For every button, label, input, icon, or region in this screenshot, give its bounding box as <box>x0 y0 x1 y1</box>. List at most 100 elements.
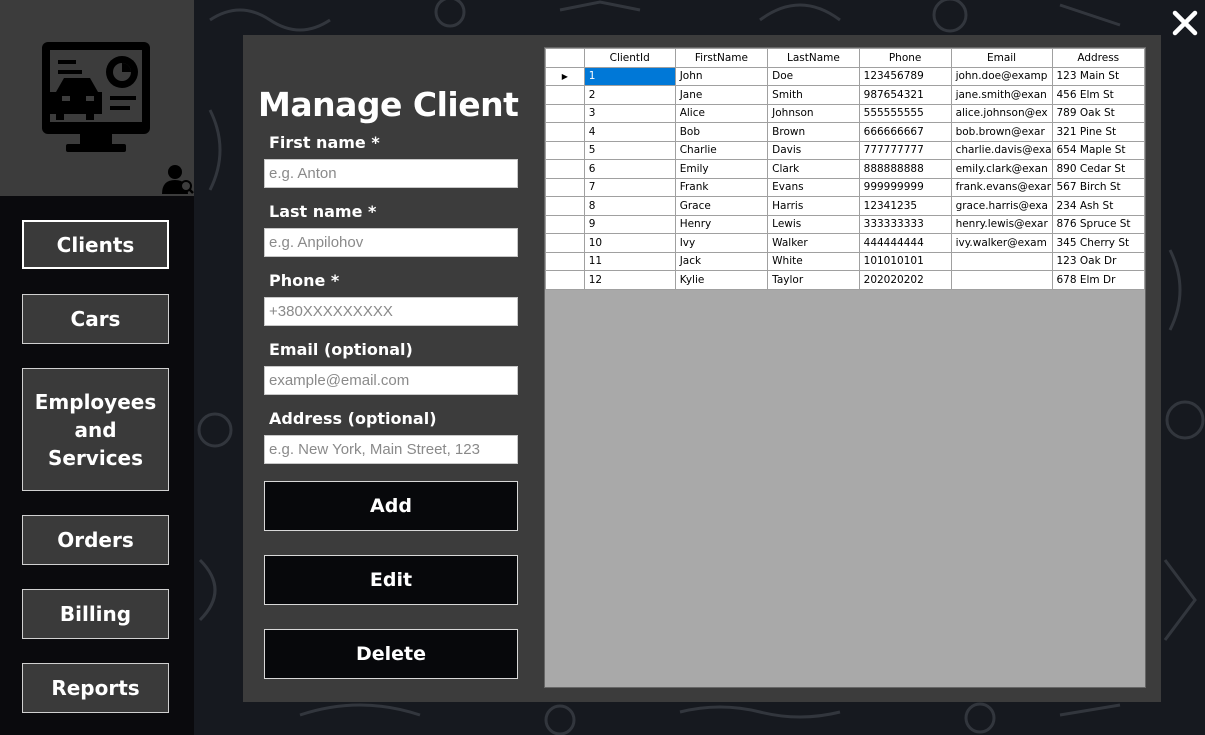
table-cell-address[interactable]: 234 Ash St <box>1051 196 1145 216</box>
table-cell-firstname[interactable]: Emily <box>674 159 769 179</box>
table-cell-firstname[interactable]: Grace <box>674 196 769 216</box>
row-header-cell[interactable] <box>545 85 585 105</box>
table-cell-address[interactable]: 321 Pine St <box>1051 122 1145 142</box>
row-header-cell[interactable] <box>545 233 585 253</box>
table-cell-lastname[interactable]: Brown <box>767 122 860 142</box>
table-cell-email[interactable]: ivy.walker@exam <box>950 233 1053 253</box>
nav-orders-button[interactable]: Orders <box>22 515 169 565</box>
table-row[interactable]: 11 Jack White 101010101 123 Oak Dr <box>545 251 1145 271</box>
table-cell-address[interactable]: 654 Maple St <box>1051 140 1145 160</box>
table-row[interactable]: 5 Charlie Davis 777777777 charlie.davis@exa 6… <box>545 140 1145 160</box>
row-header-cell[interactable] <box>545 159 585 179</box>
table-cell-clientid[interactable]: 7 <box>583 177 676 197</box>
table-cell-clientid[interactable]: 9 <box>583 214 676 234</box>
table-cell-clientid[interactable]: 4 <box>583 122 676 142</box>
row-header-corner[interactable] <box>545 48 585 68</box>
table-cell-lastname[interactable]: Davis <box>767 140 860 160</box>
table-cell-clientid[interactable]: 2 <box>583 85 676 105</box>
row-header-cell[interactable] <box>545 122 585 142</box>
table-cell-email[interactable]: grace.harris@exa <box>950 196 1053 216</box>
table-row[interactable]: 8 Grace Harris 12341235 grace.harris@exa 234 … <box>545 196 1145 216</box>
column-header-address[interactable]: Address <box>1051 48 1145 68</box>
table-cell-email[interactable]: jane.smith@exan <box>950 85 1053 105</box>
table-cell-phone[interactable]: 333333333 <box>858 214 952 234</box>
table-cell-clientid[interactable]: 12 <box>583 270 676 290</box>
table-cell-firstname[interactable]: Kylie <box>674 270 769 290</box>
table-cell-address[interactable]: 567 Birch St <box>1051 177 1145 197</box>
column-header-clientid[interactable]: ClientId <box>583 48 676 68</box>
table-cell-firstname[interactable]: Bob <box>674 122 769 142</box>
table-cell-address[interactable]: 890 Cedar St <box>1051 159 1145 179</box>
table-row[interactable]: 3 Alice Johnson 555555555 alice.johnson@ex 78… <box>545 103 1145 123</box>
table-cell-lastname[interactable]: Doe <box>767 66 860 86</box>
last-name-input[interactable] <box>264 228 518 257</box>
table-cell-firstname[interactable]: Jane <box>674 85 769 105</box>
delete-button[interactable]: Delete <box>264 629 518 679</box>
table-cell-email[interactable] <box>950 270 1053 290</box>
table-row[interactable]: 2 Jane Smith 987654321 jane.smith@exan 456 El… <box>545 85 1145 105</box>
table-cell-firstname[interactable]: Frank <box>674 177 769 197</box>
table-cell-clientid[interactable]: 6 <box>583 159 676 179</box>
table-cell-clientid[interactable]: 1 <box>583 66 676 86</box>
close-icon[interactable] <box>1170 8 1200 38</box>
table-cell-email[interactable]: frank.evans@exar <box>950 177 1053 197</box>
table-cell-clientid[interactable]: 11 <box>583 251 676 271</box>
nav-employees-services-button[interactable]: Employees and Services <box>22 368 169 491</box>
clients-data-grid[interactable]: ClientId FirstName LastName Phone Email … <box>544 47 1146 688</box>
table-cell-phone[interactable]: 888888888 <box>858 159 952 179</box>
add-button[interactable]: Add <box>264 481 518 531</box>
table-cell-address[interactable]: 678 Elm Dr <box>1051 270 1145 290</box>
table-cell-clientid[interactable]: 5 <box>583 140 676 160</box>
table-cell-phone[interactable]: 777777777 <box>858 140 952 160</box>
edit-button[interactable]: Edit <box>264 555 518 605</box>
table-cell-phone[interactable]: 987654321 <box>858 85 952 105</box>
table-row[interactable]: ▶ 1 John Doe 123456789 john.doe@examp 123 Main… <box>545 66 1145 86</box>
table-cell-firstname[interactable]: Alice <box>674 103 769 123</box>
table-cell-phone[interactable]: 444444444 <box>858 233 952 253</box>
row-header-cell[interactable] <box>545 251 585 271</box>
table-cell-phone[interactable]: 12341235 <box>858 196 952 216</box>
table-cell-email[interactable]: bob.brown@exar <box>950 122 1053 142</box>
table-cell-phone[interactable]: 202020202 <box>858 270 952 290</box>
table-cell-address[interactable]: 123 Main St <box>1051 66 1145 86</box>
table-cell-clientid[interactable]: 8 <box>583 196 676 216</box>
column-header-firstname[interactable]: FirstName <box>674 48 769 68</box>
address-input[interactable] <box>264 435 518 464</box>
table-cell-firstname[interactable]: Charlie <box>674 140 769 160</box>
table-cell-lastname[interactable]: Clark <box>767 159 860 179</box>
table-cell-phone[interactable]: 123456789 <box>858 66 952 86</box>
row-header-cell[interactable] <box>545 177 585 197</box>
column-header-phone[interactable]: Phone <box>858 48 952 68</box>
table-cell-lastname[interactable]: Evans <box>767 177 860 197</box>
table-cell-phone[interactable]: 999999999 <box>858 177 952 197</box>
table-cell-email[interactable] <box>950 251 1053 271</box>
row-header-cell[interactable] <box>545 196 585 216</box>
row-header-cell[interactable]: ▶ <box>545 66 585 86</box>
table-cell-email[interactable]: emily.clark@exan <box>950 159 1053 179</box>
table-cell-address[interactable]: 876 Spruce St <box>1051 214 1145 234</box>
row-header-cell[interactable] <box>545 270 585 290</box>
table-cell-address[interactable]: 345 Cherry St <box>1051 233 1145 253</box>
row-header-cell[interactable] <box>545 140 585 160</box>
column-header-lastname[interactable]: LastName <box>767 48 860 68</box>
nav-cars-button[interactable]: Cars <box>22 294 169 344</box>
row-header-cell[interactable] <box>545 214 585 234</box>
table-cell-address[interactable]: 789 Oak St <box>1051 103 1145 123</box>
nav-reports-button[interactable]: Reports <box>22 663 169 713</box>
table-cell-phone[interactable]: 555555555 <box>858 103 952 123</box>
table-cell-lastname[interactable]: Johnson <box>767 103 860 123</box>
table-cell-lastname[interactable]: Walker <box>767 233 860 253</box>
table-cell-email[interactable]: alice.johnson@ex <box>950 103 1053 123</box>
nav-clients-button[interactable]: Clients <box>22 220 169 269</box>
table-cell-lastname[interactable]: White <box>767 251 860 271</box>
table-row[interactable]: 6 Emily Clark 888888888 emily.clark@exan 890 … <box>545 159 1145 179</box>
table-cell-lastname[interactable]: Smith <box>767 85 860 105</box>
table-row[interactable]: 9 Henry Lewis 333333333 henry.lewis@exar 876 … <box>545 214 1145 234</box>
table-row[interactable]: 7 Frank Evans 999999999 frank.evans@exar 567 … <box>545 177 1145 197</box>
table-cell-firstname[interactable]: Jack <box>674 251 769 271</box>
table-cell-lastname[interactable]: Harris <box>767 196 860 216</box>
table-cell-firstname[interactable]: Ivy <box>674 233 769 253</box>
table-cell-email[interactable]: henry.lewis@exar <box>950 214 1053 234</box>
table-cell-firstname[interactable]: John <box>674 66 769 86</box>
table-row[interactable]: 12 Kylie Taylor 202020202 678 Elm Dr <box>545 270 1145 290</box>
